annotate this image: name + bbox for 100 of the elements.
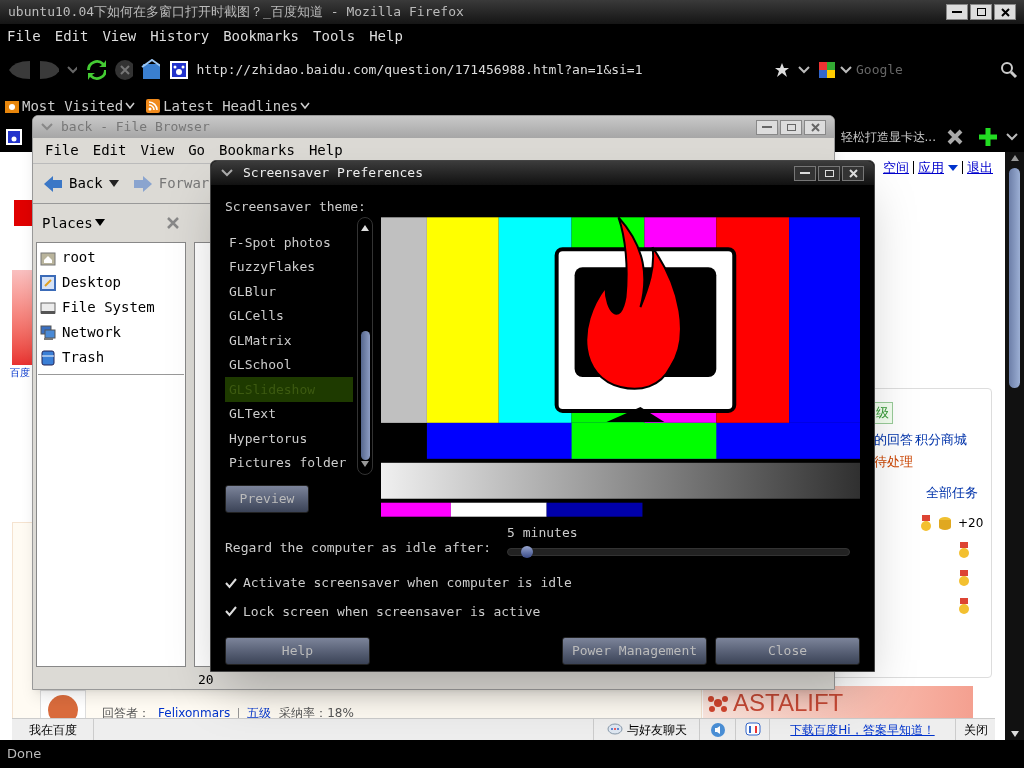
back-button[interactable]: Back — [43, 173, 103, 194]
medal-icon — [920, 515, 932, 531]
chat-button[interactable]: 与好友聊天 — [593, 719, 699, 740]
tab-title[interactable]: 轻松打造显卡达... — [840, 128, 936, 146]
caret-icon[interactable] — [798, 65, 810, 75]
drive-icon — [40, 299, 56, 316]
menu-item[interactable]: File — [7, 25, 41, 47]
acceptance-rate: 采纳率：18% — [279, 705, 354, 722]
dialog-title: Screensaver Preferences — [243, 164, 423, 183]
paw-icon[interactable] — [6, 129, 22, 145]
caret-icon[interactable] — [840, 65, 852, 75]
link[interactable]: 全部任务 — [926, 483, 978, 503]
home-icon[interactable] — [141, 59, 161, 81]
menu-item[interactable]: File — [45, 140, 79, 161]
logo-shape — [14, 200, 32, 226]
close-button[interactable] — [994, 4, 1016, 20]
desktop-icon — [40, 274, 56, 291]
menu-item[interactable]: Help — [308, 140, 343, 161]
theme-item[interactable]: Hypertorus — [225, 426, 353, 451]
chat-icon — [606, 722, 623, 737]
menu-item[interactable]: Edit — [54, 25, 89, 47]
download-link[interactable]: 下载百度Hi，答案早知道！ — [769, 719, 955, 740]
caret-icon[interactable] — [1006, 132, 1018, 142]
chat-bubble-icon — [744, 721, 761, 738]
caret-icon[interactable] — [221, 168, 233, 178]
checkbox[interactable]: Lock screen when screensaver is active — [225, 601, 860, 621]
theme-item[interactable]: GLSchool — [225, 352, 353, 377]
rss-icon — [145, 98, 162, 114]
link[interactable]: 的回答 — [874, 430, 913, 450]
stop-icon[interactable] — [114, 59, 134, 81]
scroll-down-icon[interactable] — [1009, 730, 1020, 738]
menu-item[interactable]: Go — [188, 140, 205, 161]
theme-item[interactable]: GLCells — [225, 303, 353, 328]
menu-item[interactable]: Help — [369, 25, 403, 47]
menu-item[interactable]: Bookmarks — [223, 25, 300, 47]
caret-icon — [125, 102, 136, 110]
paw-icon — [170, 61, 189, 79]
theme-item[interactable]: GLMatrix — [225, 328, 353, 353]
search-input[interactable]: Google — [856, 60, 996, 80]
trash-icon — [40, 349, 56, 366]
checkbox[interactable]: Activate screensaver when computer is idle — [225, 573, 860, 593]
menu-item[interactable]: View — [140, 140, 175, 161]
sidebar-item[interactable]: root — [38, 245, 184, 270]
close-link[interactable]: 关闭 — [955, 719, 995, 740]
menu-item[interactable]: View — [102, 25, 137, 47]
window-title: back - File Browser — [61, 118, 210, 137]
places-dropdown[interactable]: Places — [42, 212, 105, 234]
header-link[interactable]: 应用 — [918, 158, 944, 178]
medal-icon — [958, 542, 970, 558]
close-button[interactable] — [842, 165, 864, 181]
menu-item[interactable]: Bookmarks — [219, 140, 295, 161]
search-icon[interactable] — [1000, 61, 1018, 79]
sidebar-item[interactable]: Trash — [38, 345, 184, 370]
answer-label: 回答者： — [102, 705, 150, 722]
network-icon — [40, 324, 56, 341]
flower-icon — [707, 693, 729, 713]
link[interactable]: 积分商城 — [915, 430, 967, 450]
idle-label: Regard the computer as idle after: — [225, 538, 492, 557]
link[interactable]: 百度 — [10, 365, 30, 380]
close-icon — [848, 168, 858, 178]
coins-icon — [938, 516, 952, 530]
scrollbar[interactable] — [1005, 152, 1024, 740]
sidebar-item[interactable]: Network — [38, 320, 184, 345]
maximize-button[interactable] — [818, 165, 840, 181]
scroll-up-icon[interactable] — [1009, 154, 1020, 162]
slider-thumb[interactable] — [521, 546, 534, 558]
user-link[interactable]: Felixonmars — [158, 704, 231, 722]
theme-item[interactable]: FuzzyFlakes — [225, 254, 353, 279]
theme-item[interactable]: F-Spot photos — [225, 230, 353, 255]
menu-item[interactable]: Edit — [92, 140, 127, 161]
sidebar-item[interactable]: Desktop — [38, 270, 184, 295]
new-tab-icon[interactable] — [978, 127, 998, 147]
sidebar-item[interactable]: File System — [38, 295, 184, 320]
rank-link[interactable]: 五级 — [247, 704, 272, 722]
reload-icon[interactable] — [85, 58, 107, 82]
maximize-button[interactable] — [970, 4, 992, 20]
scroll-thumb[interactable] — [1009, 168, 1020, 388]
back-arrow-icon — [43, 174, 63, 193]
search-field[interactable]: Google — [818, 56, 1018, 84]
scroll-thumb[interactable] — [360, 331, 370, 461]
reward-points: +20 — [958, 515, 984, 532]
star-icon[interactable] — [774, 62, 790, 78]
caret-icon[interactable] — [108, 179, 119, 188]
header-link[interactable]: 空间 — [883, 158, 909, 178]
menu-item[interactable]: History — [150, 25, 210, 47]
theme-item[interactable]: GLBlur — [225, 279, 353, 304]
scroll-up-icon[interactable] — [360, 224, 370, 232]
ad-text: ASTALIFT — [733, 691, 844, 715]
header-link[interactable]: 退出 — [967, 158, 993, 178]
caret-icon — [300, 102, 310, 110]
theme-item[interactable]: Pictures folder — [225, 450, 353, 475]
close-icon[interactable] — [946, 128, 964, 146]
minimize-button[interactable] — [946, 4, 968, 20]
window-title: ubuntu10.04下如何在多窗口打开时截图？_百度知道 - Mozilla Firefox — [8, 3, 464, 22]
menu-item[interactable]: Tools — [313, 25, 356, 47]
theme-item[interactable]: GLText — [225, 401, 353, 426]
url-field[interactable]: http://zhidao.baidu.com/question/171456988.html?an=1&si=1 — [168, 56, 810, 84]
caret-icon[interactable] — [948, 163, 958, 172]
minimize-button[interactable] — [794, 165, 816, 181]
home-tab[interactable]: 我在百度 — [12, 719, 94, 740]
